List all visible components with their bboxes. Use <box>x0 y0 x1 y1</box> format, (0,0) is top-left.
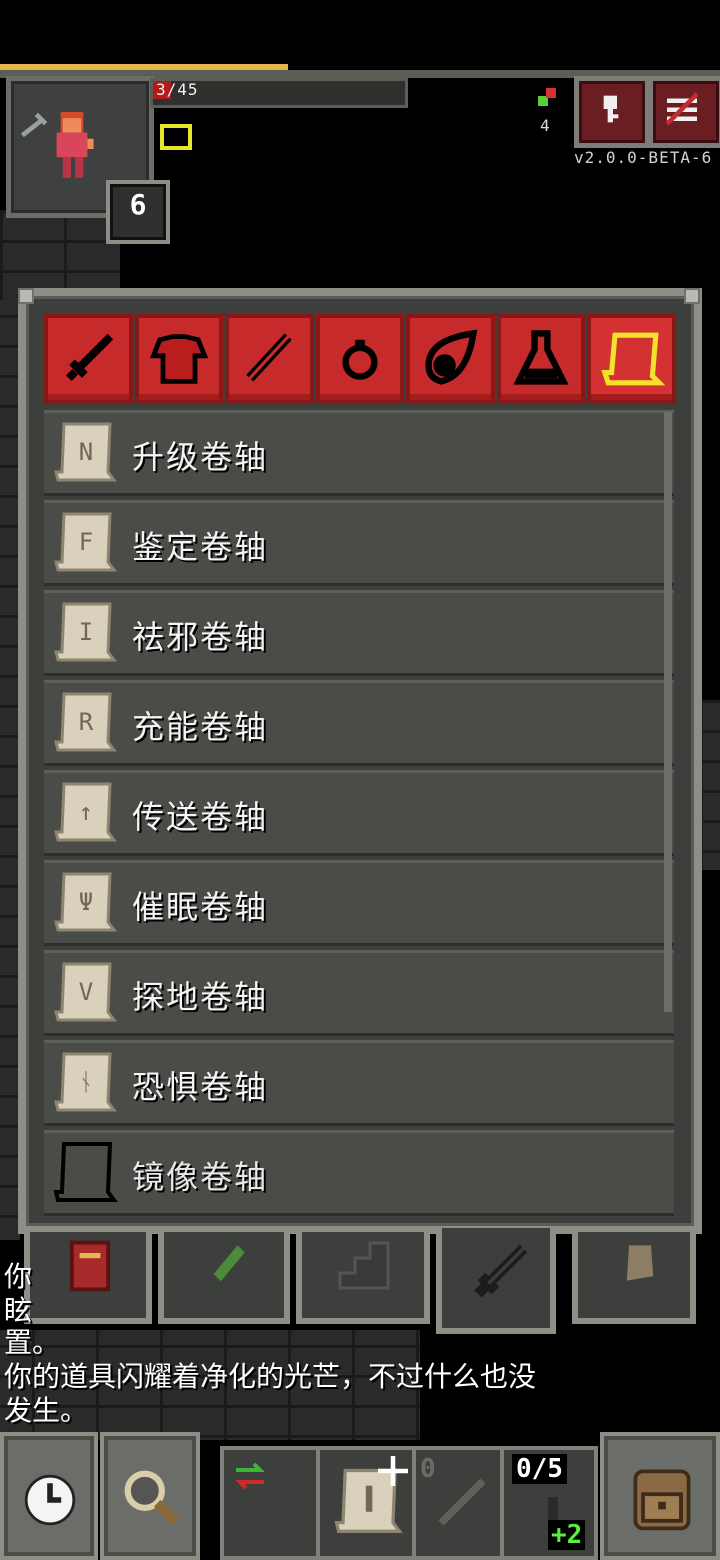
version-label: v2.0.0-BETA-6 <box>574 148 713 167</box>
scroll-icon: ↑ <box>54 782 117 842</box>
tab-artifacts[interactable] <box>406 314 495 404</box>
tab-armor[interactable] <box>134 314 224 404</box>
tab-potions[interactable] <box>496 314 586 404</box>
scroll-name: 祛邪卷轴 <box>132 618 269 656</box>
sparkle-icon <box>378 1456 408 1486</box>
tab-wands[interactable] <box>225 314 314 404</box>
unknown-scroll-icon <box>53 1142 118 1202</box>
bonus-count: +2 <box>548 1520 586 1550</box>
dart-icon <box>438 1478 486 1526</box>
list-item[interactable]: Ψ 催眠卷轴 <box>44 860 674 946</box>
wand-icon <box>246 333 293 382</box>
swap-icon <box>235 1462 265 1490</box>
log-line: 眩 <box>4 1294 33 1327</box>
potion-icon <box>513 330 569 385</box>
log-line: 发生。 <box>4 1394 89 1427</box>
dungeon-wall-right <box>700 700 720 870</box>
search-icon <box>124 1470 180 1526</box>
scroll-rune: F <box>79 528 93 556</box>
log-line: 你 <box>4 1260 33 1293</box>
panel-corner-bolt <box>684 288 700 304</box>
scroll-rune: R <box>79 708 94 736</box>
quickslot-2[interactable]: 0 <box>412 1446 504 1560</box>
scroll-name: 鉴定卷轴 <box>132 528 269 566</box>
list-item[interactable]: ↑ 传送卷轴 <box>44 770 674 856</box>
gem-icon <box>538 88 556 106</box>
buff-icon[interactable] <box>160 124 192 150</box>
wait-button[interactable] <box>0 1432 98 1560</box>
panel-corner-bolt <box>18 288 34 304</box>
scroll-name: 升级卷轴 <box>132 438 269 476</box>
scroll-icon <box>601 332 666 386</box>
scroll-rune: ↑ <box>79 798 93 826</box>
menu-button[interactable] <box>648 76 720 148</box>
journal-button[interactable] <box>574 76 650 148</box>
quickslot-1[interactable] <box>316 1446 416 1560</box>
list-item[interactable]: R 充能卷轴 <box>44 680 674 766</box>
clock-icon <box>24 1474 76 1526</box>
hp-text: 3/45 <box>156 80 199 99</box>
dungeon-wall-left <box>0 210 120 300</box>
scroll-icon: N <box>54 422 117 482</box>
scroll-icon: ᚾ <box>54 1052 117 1112</box>
scroll-name: 催眠卷轴 <box>132 888 269 926</box>
inventory-button[interactable] <box>600 1432 720 1560</box>
quickslot-3[interactable]: 0/5 +2 <box>500 1446 598 1560</box>
scroll-name: 探地卷轴 <box>132 978 269 1016</box>
backpack-icon <box>633 1469 691 1531</box>
key-icon <box>603 95 619 123</box>
scroll-name: 镜像卷轴 <box>132 1158 269 1196</box>
armor-icon <box>149 334 209 384</box>
quickslot-swap[interactable] <box>220 1446 320 1560</box>
scroll-name: 恐惧卷轴 <box>132 1068 269 1106</box>
item-category-tabs <box>44 314 677 404</box>
artifact-icon <box>424 329 477 385</box>
search-button[interactable] <box>100 1432 200 1560</box>
level-number: 6 <box>129 188 147 221</box>
list-item[interactable]: 镜像卷轴 <box>44 1130 674 1216</box>
dart-count: 0/5 <box>512 1454 567 1484</box>
scroll-rune: I <box>79 618 93 646</box>
menu-icon <box>665 92 699 126</box>
scroll-icon: Ψ <box>54 872 117 932</box>
scroll-icon: R <box>54 692 117 752</box>
scroll-icon: V <box>54 962 117 1022</box>
scroll-icon: I <box>54 602 117 662</box>
gem-count: 4 <box>540 116 550 135</box>
log-line: 你的道具闪耀着净化的光芒，不过什么也没 <box>4 1360 537 1393</box>
ring-icon <box>342 339 378 380</box>
log-line: 置。 <box>4 1326 61 1359</box>
scroll-name: 传送卷轴 <box>132 798 269 836</box>
scroll-list: N 升级卷轴 F 鉴定卷轴 I 祛邪卷轴 R 充能卷轴 ↑ 传送卷轴 Ψ 催眠卷… <box>44 410 674 1222</box>
scrollbar[interactable] <box>664 412 672 1012</box>
list-item[interactable]: V 探地卷轴 <box>44 950 674 1036</box>
list-item[interactable]: ᚾ 恐惧卷轴 <box>44 1040 674 1126</box>
tab-scrolls[interactable] <box>587 314 677 404</box>
list-item[interactable]: N 升级卷轴 <box>44 410 674 496</box>
sword-icon <box>66 333 114 382</box>
tab-weapons[interactable] <box>44 314 133 404</box>
list-item[interactable]: F 鉴定卷轴 <box>44 500 674 586</box>
dungeon-wall-left-lower <box>0 300 20 1240</box>
scroll-name: 充能卷轴 <box>132 708 269 746</box>
scroll-icon: F <box>54 512 117 572</box>
pickaxe-icon <box>20 112 48 138</box>
scroll-rune: N <box>79 438 93 466</box>
scroll-rune: ᚾ <box>79 1068 93 1096</box>
list-item[interactable]: I 祛邪卷轴 <box>44 590 674 676</box>
hero-sprite <box>56 112 94 178</box>
tab-rings[interactable] <box>315 314 405 404</box>
scroll-rune: V <box>79 978 93 1006</box>
scroll-rune: Ψ <box>79 888 93 916</box>
